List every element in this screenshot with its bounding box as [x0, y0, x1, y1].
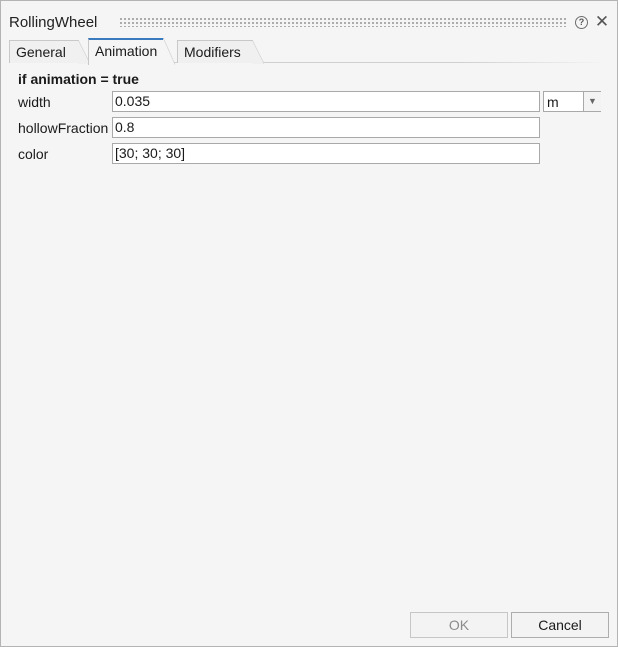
- section-header: if animation = true: [18, 71, 139, 87]
- tab-label: General: [16, 44, 66, 60]
- tab-general[interactable]: General: [9, 40, 90, 64]
- unit-select[interactable]: m ▼: [543, 91, 601, 112]
- title-bar[interactable]: RollingWheel ? ✕: [1, 1, 617, 39]
- drag-handle[interactable]: [119, 17, 567, 27]
- tab-animation[interactable]: Animation: [88, 38, 175, 65]
- hollowfraction-field[interactable]: [112, 117, 540, 138]
- tab-modifiers[interactable]: Modifiers: [177, 40, 264, 64]
- tab-strip: General Animation Modifiers: [1, 37, 617, 65]
- help-icon[interactable]: ?: [575, 16, 588, 29]
- width-field[interactable]: [112, 91, 540, 112]
- color-field[interactable]: [112, 143, 540, 164]
- cancel-label: Cancel: [538, 617, 582, 633]
- hollowfraction-label: hollowFraction: [18, 120, 109, 136]
- width-label: width: [18, 94, 51, 110]
- ok-label: OK: [448, 617, 470, 633]
- color-label: color: [18, 146, 49, 162]
- ok-button[interactable]: OK: [410, 612, 508, 638]
- dialog-window: RollingWheel ? ✕ General Animation Modif…: [0, 0, 618, 647]
- chevron-down-icon[interactable]: ▼: [583, 92, 601, 111]
- tab-label: Animation: [95, 43, 158, 59]
- close-icon[interactable]: ✕: [594, 13, 610, 31]
- cancel-button[interactable]: Cancel: [511, 612, 609, 638]
- tab-label: Modifiers: [184, 44, 241, 60]
- window-title: RollingWheel: [9, 14, 98, 31]
- unit-value: m: [547, 94, 559, 110]
